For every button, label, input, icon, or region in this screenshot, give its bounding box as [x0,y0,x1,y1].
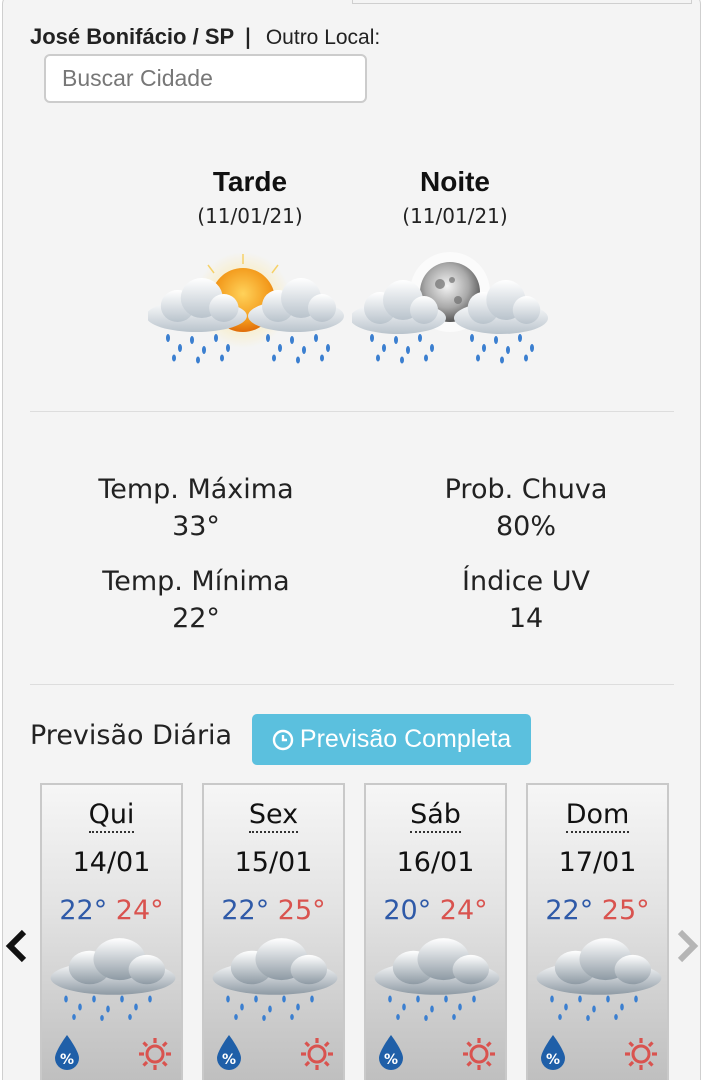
day-name-text: Sex [248,799,299,833]
clock-icon [272,729,294,750]
day-max-temp: 25° [277,895,326,926]
full-forecast-button[interactable]: Previsão Completa [252,714,531,765]
location-name: José Bonifácio / SP [30,24,235,49]
day-temps: 20° 24° [366,895,505,926]
day-card[interactable]: Sáb 16/01 20° 24°% [364,783,507,1080]
day-temps: 22° 25° [204,895,343,926]
sun-outline-icon [463,1038,495,1070]
period-title: Tarde [212,166,288,197]
day-date: 15/01 [234,847,313,878]
sun-cloud-rain-icon [148,252,344,364]
panel-top-edge [352,0,692,4]
day-temps: 22° 25° [528,895,667,926]
day-min-temp: 22° [59,895,108,926]
cloud-rain-icon [374,938,500,1021]
day-name: Sex [204,799,343,833]
stat-value: 14 [508,603,544,634]
stat-value: 80% [495,511,556,542]
day-date: 16/01 [396,847,475,878]
stat-value: 22° [172,603,220,634]
day-date: 14/01 [72,847,151,878]
sun-outline-icon [139,1038,171,1070]
stat-value: 33° [172,511,220,542]
stat-label: Temp. Mínima [102,566,290,597]
rain-drop-percent-icon: % [217,1035,241,1070]
svg-text:%: % [546,1052,560,1068]
day-min-temp: 22° [545,895,594,926]
stat-label: Índice UV [462,566,590,597]
other-location-label: Outro Local: [265,26,381,49]
chevron-left-icon[interactable] [4,928,30,964]
sun-outline-icon [301,1038,333,1070]
rain-drop-percent-icon: % [541,1035,565,1070]
day-card[interactable]: Sex 15/01 22° 25°% [202,783,345,1080]
svg-text:%: % [384,1052,398,1068]
cloud-rain-icon [50,938,176,1021]
day-name: Qui [42,799,181,833]
period-afternoon: Tarde (11/01/21) [150,166,350,228]
day-name-text: Qui [88,799,135,833]
period-night: Noite (11/01/21) [355,166,555,228]
section-divider [30,684,674,685]
rain-drop-percent-icon: % [379,1035,403,1070]
daily-forecast-title: Previsão Diária [30,720,233,751]
cloud-rain-icon [536,938,662,1021]
day-date: 17/01 [558,847,637,878]
day-name-text: Dom [565,799,630,833]
period-date: (11/01/21) [402,204,508,228]
city-search-input[interactable] [44,54,367,103]
svg-text:%: % [222,1052,236,1068]
day-max-temp: 24° [115,895,164,926]
chevron-right-icon[interactable] [674,928,700,964]
day-temps: 22° 24° [42,895,181,926]
stat-label: Prob. Chuva [444,474,608,505]
stat-max-temp: Temp. Máxima 33° [66,474,326,542]
sun-outline-icon [625,1038,657,1070]
stat-min-temp: Temp. Mínima 22° [66,566,326,634]
location-separator: | [244,25,252,49]
day-max-temp: 24° [439,895,488,926]
section-divider [30,411,674,412]
stat-rain-probability: Prob. Chuva 80% [396,474,656,542]
day-name-text: Sáb [410,799,461,833]
day-min-temp: 20° [383,895,432,926]
cloud-rain-icon [212,938,338,1021]
day-name: Sáb [366,799,505,833]
day-max-temp: 25° [601,895,650,926]
moon-cloud-rain-icon [352,252,549,364]
rain-drop-percent-icon: % [55,1035,79,1070]
location-row: José Bonifácio / SP | Outro Local: [30,24,380,50]
period-date: (11/01/21) [197,204,303,228]
full-forecast-label: Previsão Completa [299,725,512,753]
stat-uv-index: Índice UV 14 [396,566,656,634]
day-card[interactable]: Qui 14/01 22° 24°% [40,783,183,1080]
day-min-temp: 22° [221,895,270,926]
svg-text:%: % [60,1052,74,1068]
day-card[interactable]: Dom 17/01 22° 25°% [526,783,669,1080]
day-name: Dom [528,799,667,833]
period-title: Noite [420,166,490,197]
stat-label: Temp. Máxima [98,474,294,505]
